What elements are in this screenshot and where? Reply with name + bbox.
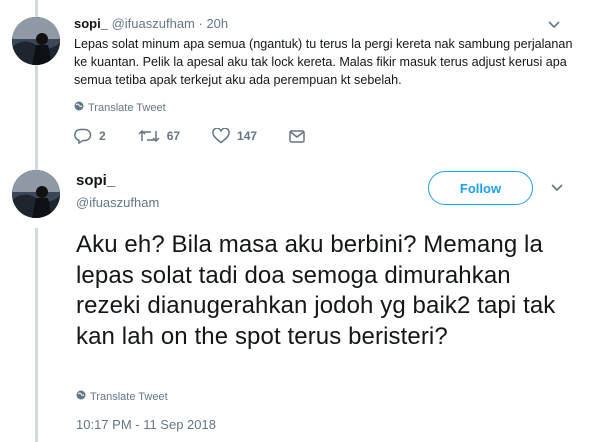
translate-tweet-link[interactable]: Translate Tweet	[74, 101, 166, 114]
handle[interactable]: @ifuaszufham	[76, 195, 159, 210]
follow-button[interactable]: Follow	[428, 171, 533, 205]
chevron-down-icon[interactable]	[551, 181, 563, 195]
globe-icon	[74, 101, 84, 114]
thread-line	[35, 228, 38, 442]
direct-message-button[interactable]	[289, 129, 305, 143]
handle[interactable]: @ifuaszufham	[112, 16, 195, 31]
avatar[interactable]	[12, 170, 60, 218]
avatar[interactable]	[12, 17, 60, 65]
tweet-text: Aku eh? Bila masa aku berbini? Memang la…	[76, 231, 556, 350]
translate-label: Translate Tweet	[90, 390, 168, 403]
display-name[interactable]: sopi_	[74, 16, 108, 31]
tweet-header: sopi_ @ifuaszufham · 20h	[74, 16, 228, 31]
retweet-icon	[138, 128, 160, 144]
chevron-down-icon[interactable]	[548, 18, 560, 32]
tweet-text: Lepas solat minum apa semua (ngantuk) tu…	[74, 37, 573, 87]
display-name[interactable]: sopi_	[76, 172, 115, 189]
reply-button[interactable]: 2	[74, 128, 106, 144]
envelope-icon	[289, 129, 305, 143]
reply-icon	[74, 128, 92, 144]
like-button[interactable]: 147	[212, 128, 257, 144]
globe-icon	[76, 390, 86, 403]
translate-label: Translate Tweet	[88, 101, 166, 114]
retweet-count: 67	[166, 129, 181, 143]
heart-icon	[212, 128, 230, 144]
tweet-timestamp[interactable]: 10:17 PM - 11 Sep 2018	[76, 417, 216, 432]
tweet-actions: 2 67 147	[74, 128, 337, 144]
thread-line	[35, 62, 38, 172]
translate-tweet-link[interactable]: Translate Tweet	[76, 390, 168, 403]
retweet-button[interactable]: 67	[138, 128, 180, 144]
tweet-time[interactable]: · 20h	[195, 16, 229, 31]
like-count: 147	[237, 129, 258, 143]
reply-count: 2	[99, 129, 106, 143]
